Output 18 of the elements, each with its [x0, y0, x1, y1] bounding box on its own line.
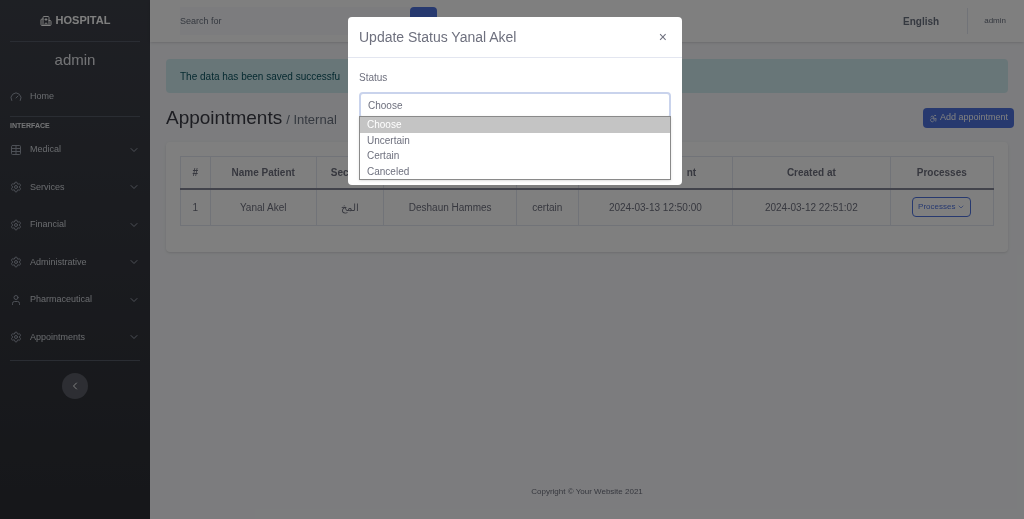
column-header: # — [192, 166, 199, 178]
page-subtitle: / Internal — [286, 110, 337, 129]
column-header: Processes — [916, 166, 967, 178]
table-cell: 1 — [180, 188, 211, 226]
column-header: nt — [686, 166, 697, 178]
brand-name: HOSPITAL — [55, 13, 111, 29]
table-cell: 2024-03-13 12:50:00 — [578, 188, 733, 226]
field-label: Status — [359, 71, 389, 85]
column-header: Created at — [786, 166, 836, 178]
table-cell: المخ — [316, 188, 384, 226]
table-cell: Deshaun Hammes — [383, 188, 517, 226]
page-title: Appointments — [166, 105, 283, 130]
user-name: admin — [54, 49, 96, 70]
column-header: Sec — [330, 166, 349, 178]
table-cell: certain — [516, 188, 579, 226]
table-cell: 2024-03-12 22:51:02 — [732, 188, 891, 226]
column-header: Name Patient — [231, 166, 295, 178]
table-cell: Yanal Akel — [210, 188, 317, 226]
